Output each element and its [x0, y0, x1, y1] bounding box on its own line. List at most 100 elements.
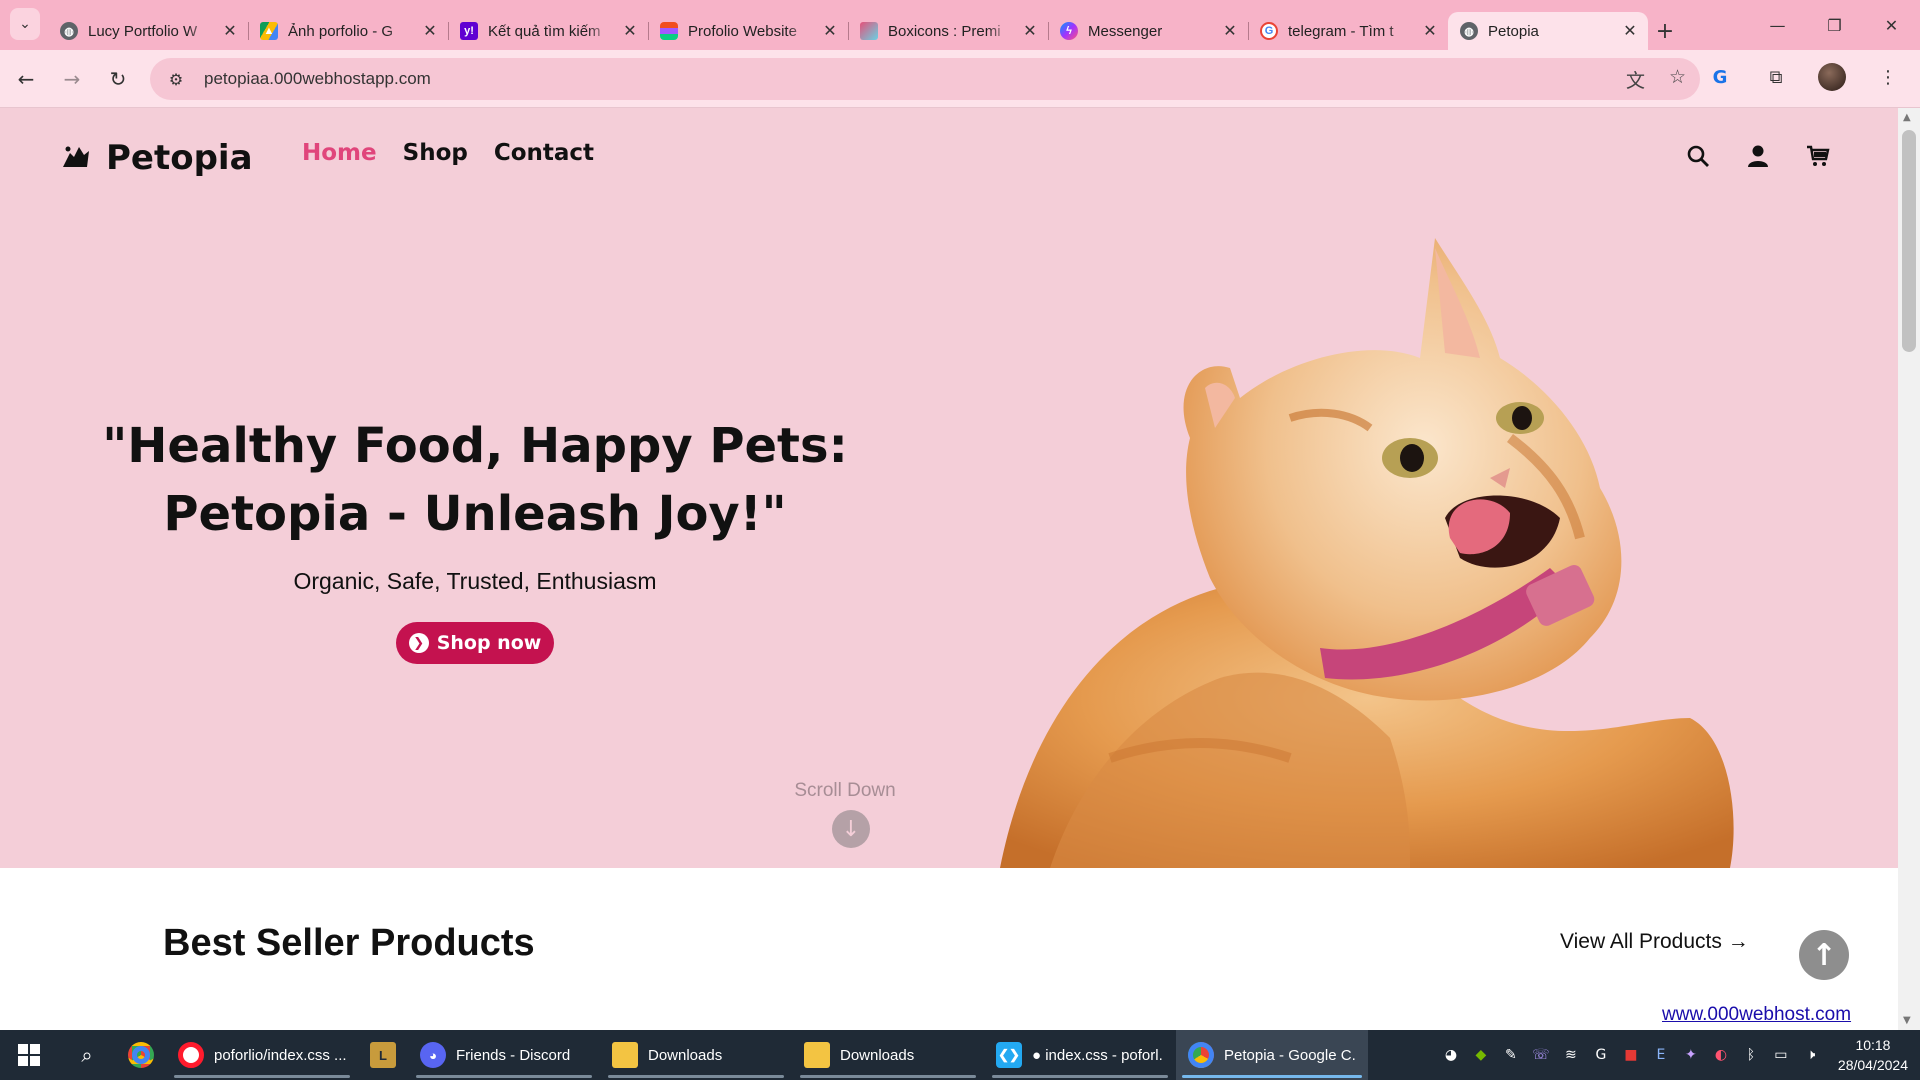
- chrome-icon: [1188, 1042, 1214, 1068]
- volume-muted-icon[interactable]: 🕨: [1802, 1046, 1820, 1064]
- scrollbar-thumb[interactable]: [1902, 130, 1916, 352]
- url-text[interactable]: petopiaa.000webhostapp.com: [204, 69, 431, 89]
- nvidia-tray-icon[interactable]: ◆: [1472, 1046, 1490, 1064]
- close-icon[interactable]: ✕: [1222, 21, 1238, 41]
- search-icon[interactable]: [1686, 144, 1710, 168]
- close-icon[interactable]: ✕: [622, 21, 638, 41]
- clock-date: 28/04/2024: [1837, 1057, 1908, 1073]
- viber-tray-icon[interactable]: ☏: [1532, 1046, 1550, 1064]
- hero-subline: Organic, Safe, Trusted, Enthusiasm: [293, 568, 657, 594]
- taskbar-chrome-petopia[interactable]: Petopia - Google C...: [1176, 1030, 1368, 1080]
- globe-icon: ◍: [1460, 22, 1478, 40]
- close-icon[interactable]: ✕: [822, 21, 838, 41]
- taskbar-label: ● index.css - poforl...: [1032, 1046, 1164, 1064]
- taskbar-league[interactable]: L: [358, 1030, 408, 1080]
- scroll-down-arrow-icon[interactable]: ▼: [1903, 1015, 1911, 1026]
- taskbar-discord[interactable]: ◕ Friends - Discord: [408, 1030, 600, 1080]
- taskbar-label: Downloads: [648, 1046, 723, 1064]
- back-to-top-button[interactable]: ↑: [1799, 930, 1849, 980]
- taskbar-label: poforlio/index.css ...: [214, 1046, 346, 1064]
- nav-contact[interactable]: Contact: [494, 140, 594, 166]
- more-menu-icon[interactable]: ⋮: [1870, 59, 1906, 95]
- close-icon[interactable]: ✕: [222, 21, 238, 41]
- scroll-up-arrow-icon[interactable]: ▲: [1903, 112, 1911, 123]
- main-nav: Home Shop Contact: [302, 140, 594, 166]
- hero-cat-image: [1000, 238, 1734, 868]
- discord-tray-icon[interactable]: ◕: [1442, 1046, 1460, 1064]
- yahoo-icon: y!: [460, 22, 478, 40]
- view-all-label: View All Products: [1560, 930, 1722, 953]
- close-icon[interactable]: ✕: [1022, 21, 1038, 41]
- view-all-products-link[interactable]: View All Products →: [1560, 930, 1749, 954]
- windows-logo-icon: [18, 1044, 40, 1066]
- app-tray-icon[interactable]: ◐: [1712, 1046, 1730, 1064]
- feather-tray-icon[interactable]: ✦: [1682, 1046, 1700, 1064]
- pet-logo-icon: [63, 146, 89, 167]
- nav-shop[interactable]: Shop: [403, 140, 468, 166]
- bluetooth-tray-icon[interactable]: ᛒ: [1742, 1046, 1760, 1064]
- wifi-tray-icon[interactable]: ≋: [1562, 1046, 1580, 1064]
- battery-tray-icon[interactable]: ▭: [1772, 1046, 1790, 1064]
- profile-avatar[interactable]: [1814, 59, 1850, 95]
- page-scrollbar[interactable]: ▲ ▼: [1898, 108, 1920, 1030]
- arrow-down-circle-icon[interactable]: ↓: [832, 810, 870, 848]
- tab-7-active[interactable]: ◍ Petopia ✕: [1448, 12, 1648, 50]
- chevron-down-icon: ⌄: [19, 16, 31, 32]
- keyboard-tray-icon[interactable]: E: [1652, 1046, 1670, 1064]
- site-logo[interactable]: Petopia: [60, 138, 253, 178]
- star-icon[interactable]: ☆: [1669, 66, 1686, 93]
- system-clock[interactable]: 10:18 28/04/2024: [1838, 1035, 1908, 1075]
- cart-icon[interactable]: [1806, 144, 1830, 168]
- tab-6[interactable]: Gtelegram - Tìm t ✕: [1248, 12, 1448, 50]
- arrow-up-icon: ↑: [1811, 937, 1837, 973]
- site-header: Petopia Home Shop Contact: [0, 108, 1898, 198]
- taskbar-chrome[interactable]: [116, 1030, 166, 1080]
- tab-title: telegram - Tìm t: [1288, 22, 1394, 40]
- tab-0[interactable]: ◍ Lucy Portfolio W ✕: [48, 12, 248, 50]
- clock-time: 10:18: [1855, 1037, 1891, 1053]
- new-tab-button[interactable]: +: [1648, 12, 1682, 50]
- tab-4[interactable]: Boxicons : Premi ✕: [848, 12, 1048, 50]
- webhost-badge-link[interactable]: www.000webhost.com: [1662, 1004, 1851, 1026]
- tab-5[interactable]: ϟ Messenger ✕: [1048, 12, 1248, 50]
- close-icon[interactable]: ✕: [1422, 21, 1438, 41]
- shop-now-button[interactable]: ❯ Shop now: [396, 622, 554, 664]
- messenger-icon: ϟ: [1060, 22, 1078, 40]
- nav-home[interactable]: Home: [302, 140, 377, 166]
- extensions-puzzle-icon[interactable]: ⧉: [1758, 59, 1794, 95]
- taskbar-search-button[interactable]: ⌕: [58, 1043, 116, 1067]
- forward-button[interactable]: →: [52, 59, 92, 99]
- tab-2[interactable]: y! Kết quả tìm kiếm ✕: [448, 12, 648, 50]
- tab-1[interactable]: ▲ Ảnh porfolio - G ✕: [248, 12, 448, 50]
- taskbar-downloads-2[interactable]: Downloads: [792, 1030, 984, 1080]
- taskbar-vscode[interactable]: ❮❯ ● index.css - poforl...: [984, 1030, 1176, 1080]
- tab-strip: ⌄ ◍ Lucy Portfolio W ✕ ▲ Ảnh porfolio - G ✕ …: [0, 0, 1920, 50]
- taskbar-opera[interactable]: poforlio/index.css ...: [166, 1030, 358, 1080]
- start-button[interactable]: [0, 1030, 58, 1080]
- search-icon: ⌕: [81, 1043, 93, 1067]
- chevron-right-circle-icon: ❯: [408, 633, 429, 653]
- pen-tray-icon[interactable]: ✎: [1502, 1046, 1520, 1064]
- minimize-icon[interactable]: —: [1749, 0, 1806, 50]
- user-icon[interactable]: [1746, 144, 1770, 168]
- taskbar-downloads-1[interactable]: Downloads: [600, 1030, 792, 1080]
- tab-title: Messenger: [1088, 22, 1163, 40]
- grammarly-tray-icon[interactable]: G: [1592, 1046, 1610, 1064]
- close-icon[interactable]: ✕: [1622, 21, 1638, 41]
- site-settings-icon[interactable]: ⚙: [156, 70, 196, 89]
- restore-icon[interactable]: ❐: [1806, 0, 1863, 50]
- chrome-icon: [128, 1042, 154, 1068]
- back-button[interactable]: ←: [6, 59, 46, 99]
- close-icon[interactable]: ✕: [422, 21, 438, 41]
- tab-3[interactable]: Profolio Website ✕: [648, 12, 848, 50]
- translate-icon[interactable]: 文: [1626, 66, 1645, 93]
- reload-button[interactable]: ↻: [98, 59, 138, 99]
- antivirus-tray-icon[interactable]: ■: [1622, 1046, 1640, 1064]
- tab-search-button[interactable]: ⌄: [10, 8, 40, 40]
- address-bar[interactable]: ⚙ petopiaa.000webhostapp.com 文 ☆: [150, 58, 1700, 100]
- browser-toolbar: ← → ↻ ⚙ petopiaa.000webhostapp.com 文 ☆ G…: [0, 50, 1920, 108]
- vscode-icon: ❮❯: [996, 1042, 1022, 1068]
- google-translate-extension-icon[interactable]: G: [1702, 59, 1738, 95]
- close-window-icon[interactable]: ✕: [1863, 0, 1920, 50]
- figma-icon: [660, 22, 678, 40]
